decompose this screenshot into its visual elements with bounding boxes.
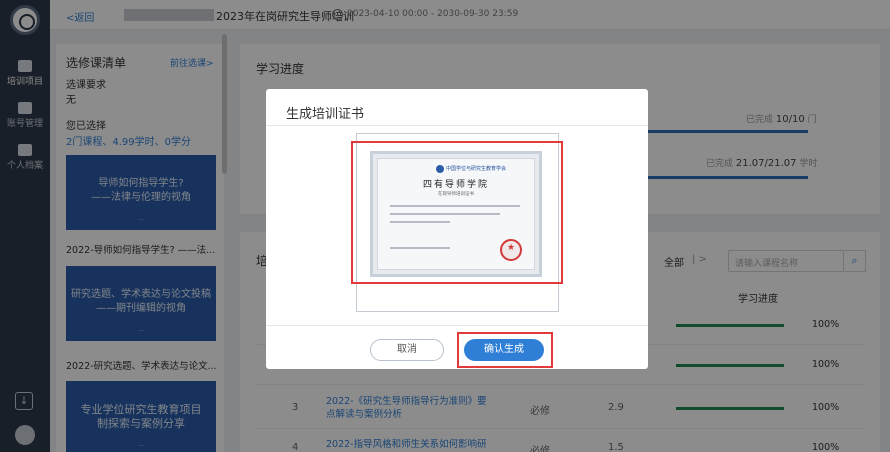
dialog-divider xyxy=(266,125,648,126)
dialog-title: 生成培训证书 xyxy=(286,107,365,122)
dialog-divider xyxy=(266,325,648,326)
highlight-box-certificate xyxy=(351,141,563,284)
certificate-dialog: 生成培训证书 中国学位与研究生教育学会 四有导师学院 在岗导师培训证书 取消 确… xyxy=(266,89,648,369)
cancel-button[interactable]: 取消 xyxy=(370,339,444,361)
highlight-box-confirm xyxy=(457,332,553,368)
